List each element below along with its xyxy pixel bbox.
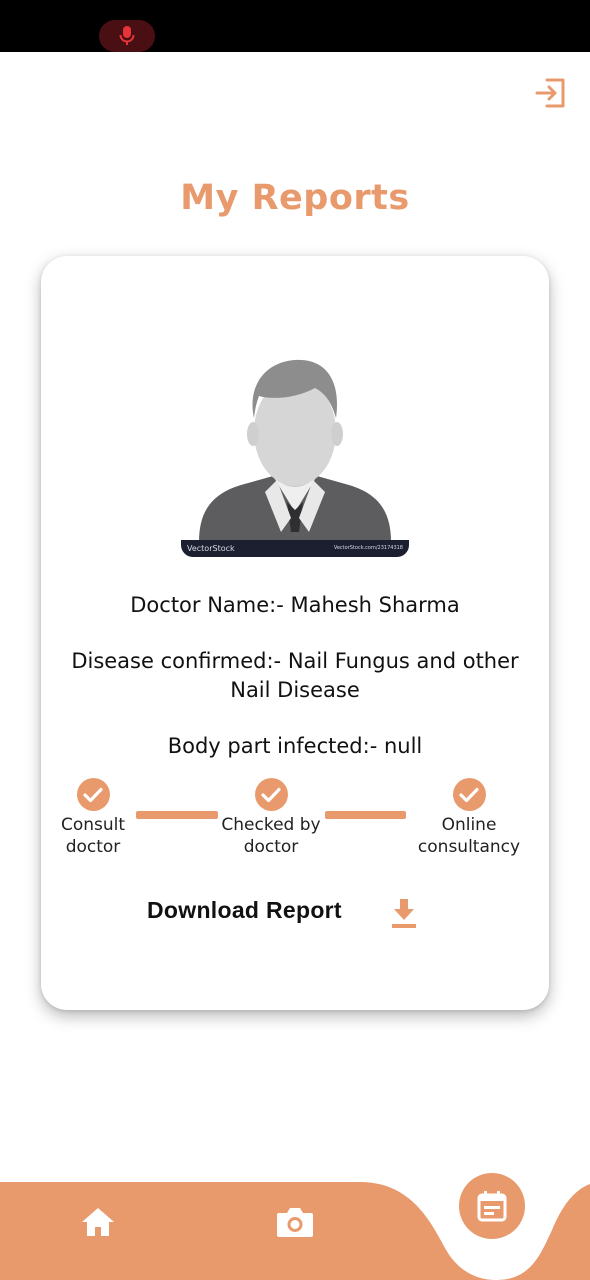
check-icon [254,778,288,811]
step-label: Online consultancy [417,815,521,857]
step-online-consultancy: Online consultancy [407,778,531,858]
nav-camera-button[interactable] [274,1202,316,1242]
home-icon [82,1208,114,1236]
body-part-infected: Body part infected:- null [167,734,423,758]
watermark-strip: VectorStock VectorStock.com/23174318 [181,540,409,557]
watermark-right: VectorStock.com/23174318 [333,545,403,551]
doctor-name: Doctor Name:- Mahesh Sharma [130,593,460,617]
disease-confirmed: Disease confirmed:- Nail Fungus and othe… [71,649,519,702]
step-checked-by-doctor: Checked by doctor [211,778,331,858]
step-connector [136,811,218,819]
step-connector [325,811,406,819]
watermark-left: VectorStock [187,544,235,553]
nav-home-button[interactable] [78,1202,118,1242]
check-icon [452,778,486,811]
step-label: Checked by doctor [221,815,321,857]
step-consult-doctor: Consult doctor [33,778,153,858]
doctor-avatar: VectorStock VectorStock.com/23174318 [181,352,409,562]
status-bar [0,0,590,52]
logout-button[interactable] [532,74,570,112]
page-title: My Reports [180,178,410,218]
download-report-label[interactable]: Download Report [147,897,342,924]
logout-icon [535,78,565,108]
microphone-icon [119,26,135,45]
calendar-icon [477,1191,507,1222]
download-icon[interactable] [390,897,418,929]
camera-icon [277,1208,313,1237]
step-label: Consult doctor [60,815,126,857]
nav-reports-button[interactable] [459,1173,525,1239]
mic-indicator [99,20,155,52]
report-card: VectorStock VectorStock.com/23174318 Doc… [41,256,549,1010]
check-icon [76,778,110,811]
person-silhouette-icon [199,359,391,542]
